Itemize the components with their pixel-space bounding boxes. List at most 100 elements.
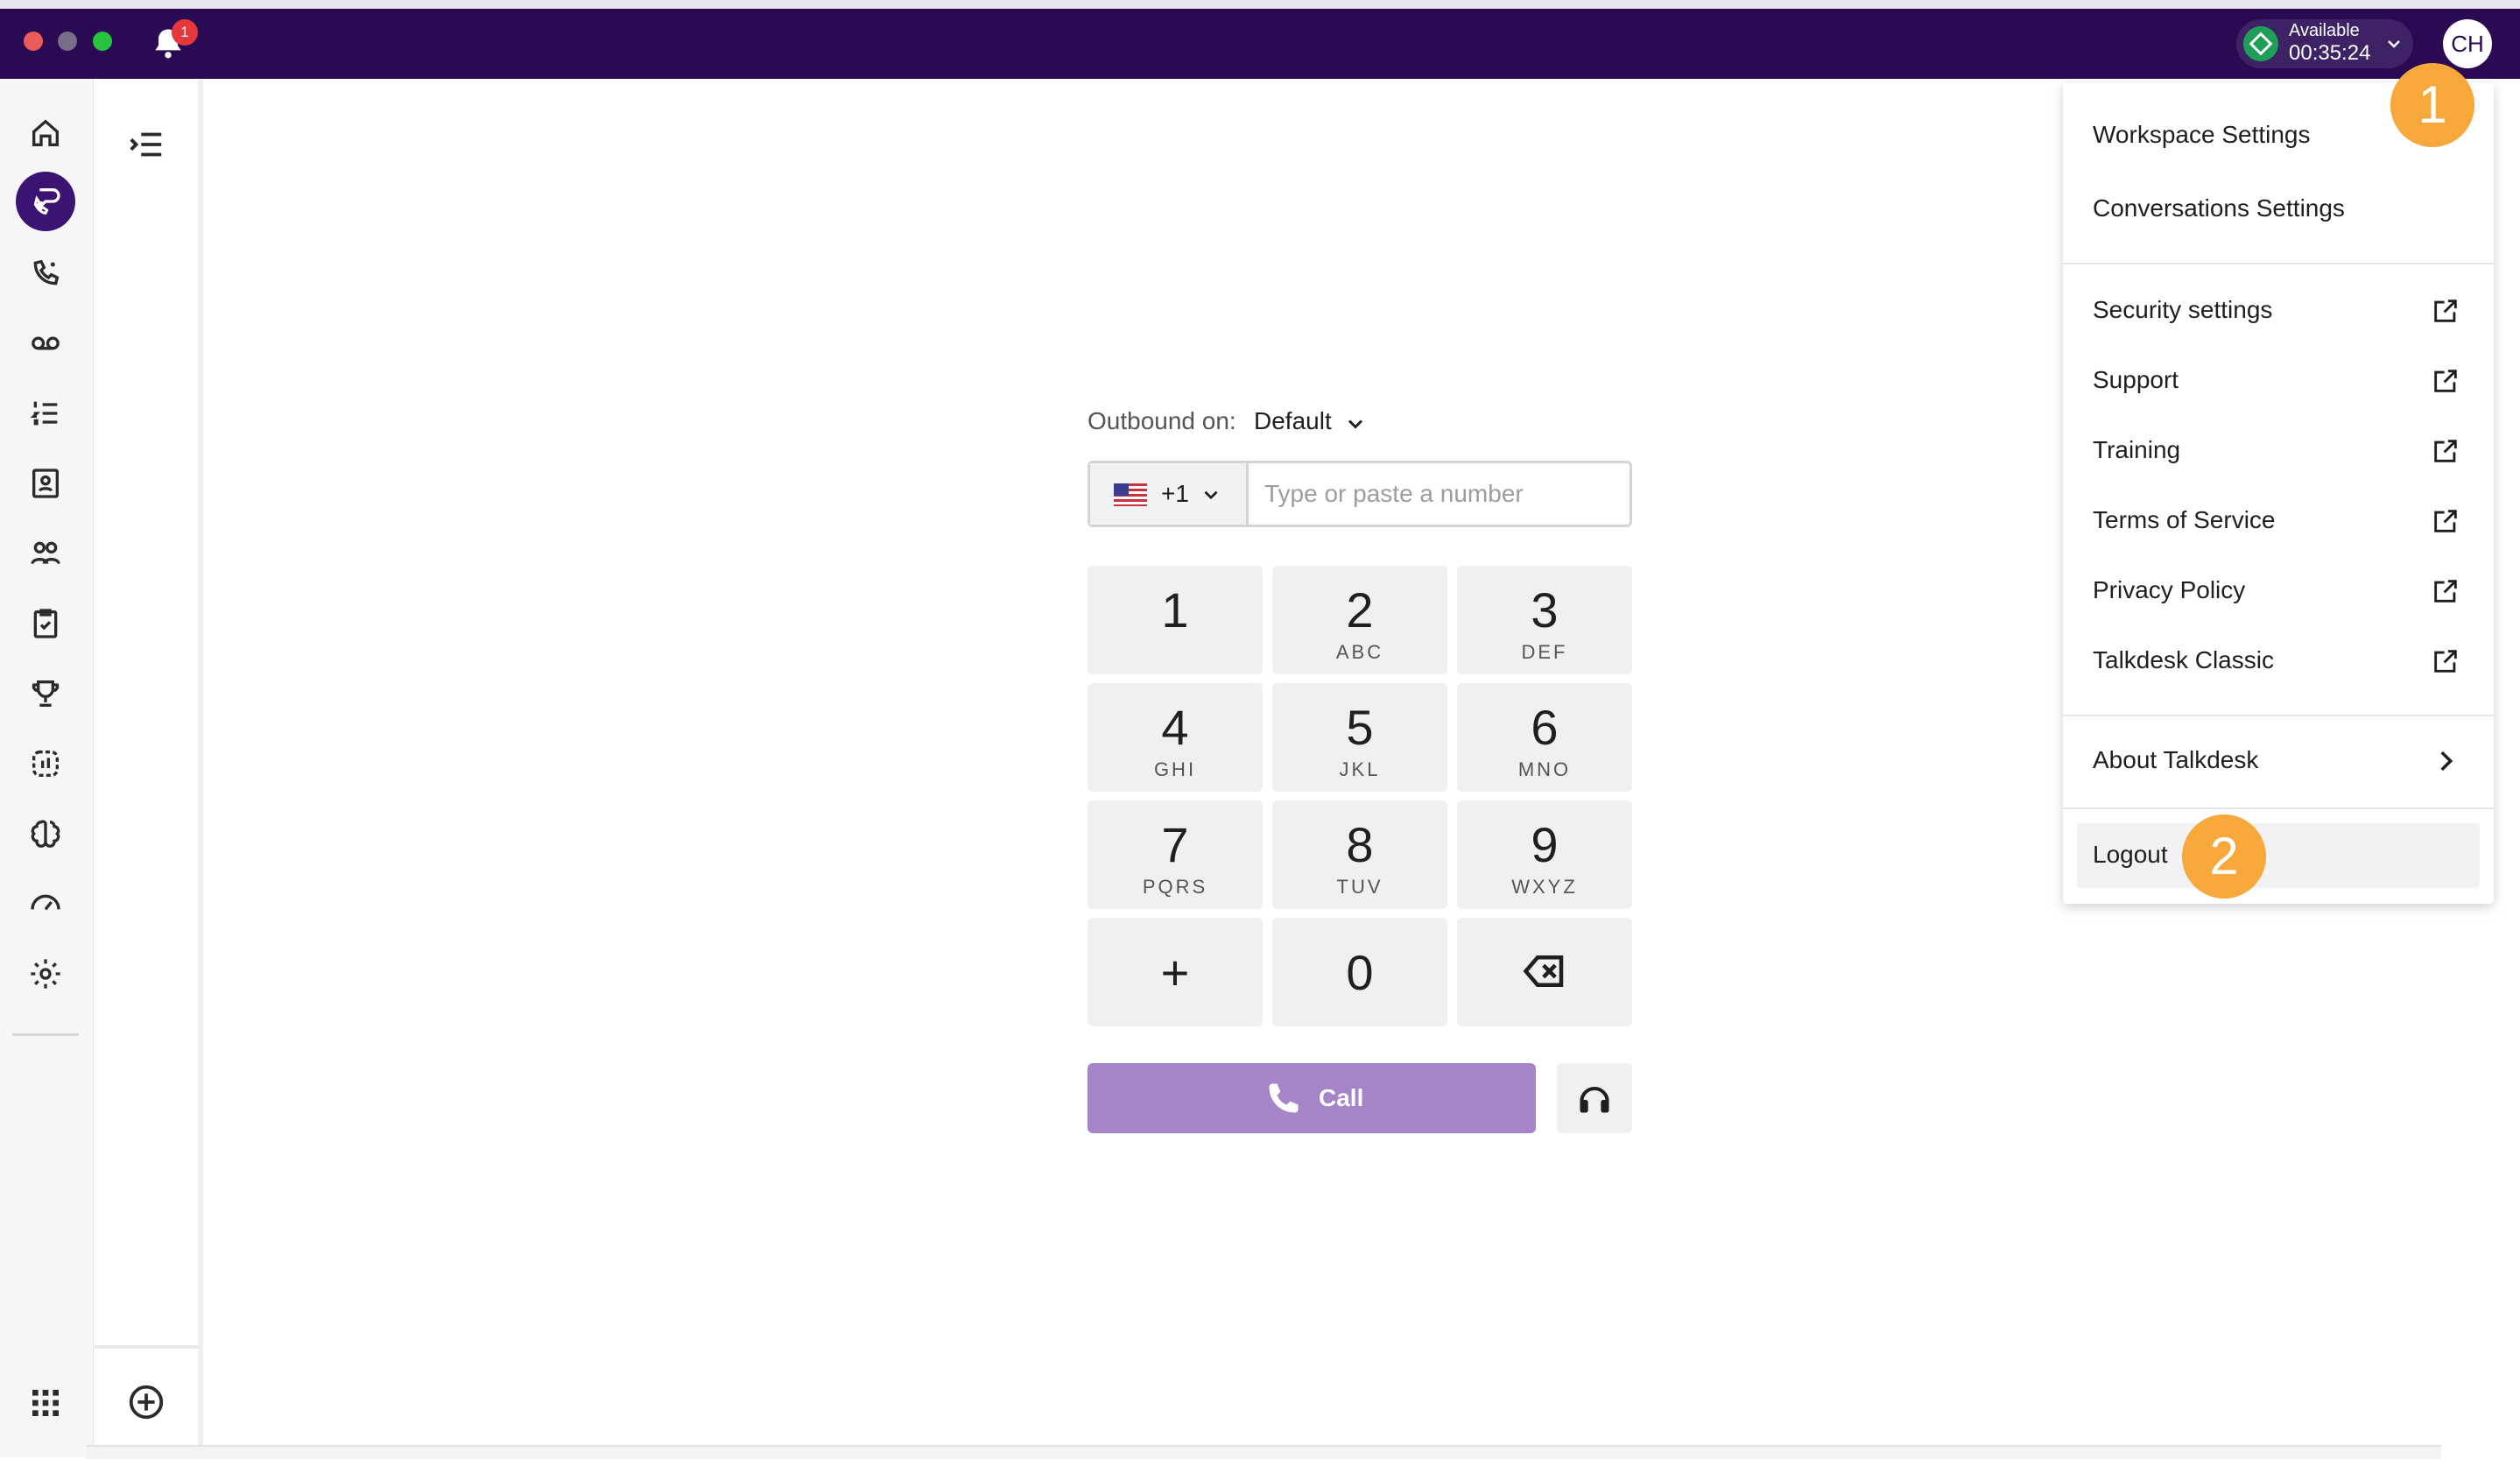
key-letters: MNO [1517,758,1572,780]
menu-divider [2063,807,2494,809]
chevron-right-icon [2440,751,2453,772]
menu-divider [2063,263,2494,264]
us-flag-icon [1114,483,1147,506]
rail-analytics[interactable] [16,734,75,793]
key-digit: 1 [1161,582,1189,638]
key-digit: 9 [1531,817,1559,872]
external-link-icon [2434,440,2457,462]
phone-icon [1269,1083,1299,1113]
keypad-key-6[interactable]: 6 MNO [1457,683,1632,792]
call-button[interactable] [1088,1063,1536,1133]
voicemail-icon [32,336,60,350]
key-digit: 0 [1346,945,1374,1000]
external-link-icon [2434,300,2457,322]
status-label: Available [2289,21,2360,40]
chevron-down-icon [2388,40,2400,48]
menu-item-workspace-settings[interactable]: Workspace Settings [2093,121,2311,149]
key-digit: 5 [1346,700,1374,755]
key-digit: 3 [1531,582,1559,638]
gear-icon [31,959,60,989]
headset-button[interactable] [1557,1063,1632,1133]
chevron-down-icon[interactable] [1343,412,1368,436]
menu-item-conversations-settings[interactable]: Conversations Settings [2093,194,2345,222]
keypad-key-8[interactable]: 8 TUV [1272,800,1447,909]
external-link-icon [2434,650,2457,673]
brain-chart-icon [32,751,59,777]
keypad-key-3[interactable]: 3 DEF [1457,566,1632,674]
keypad-key-0[interactable]: 0 [1272,918,1447,1026]
rail-voicemail[interactable] [16,314,75,373]
call-button-label: Call [1319,1084,1364,1111]
menu-item-security-settings[interactable]: Security settings [2093,296,2272,324]
brain-icon [31,820,60,848]
window-minimize-button[interactable] [58,32,77,51]
panel-divider [95,1345,198,1349]
external-link-icon [2434,580,2457,603]
menu-item-terms-of-service[interactable]: Terms of Service [2093,506,2276,534]
country-code: +1 [1161,480,1189,507]
rail-conversations[interactable] [16,172,75,231]
key-letters: ABC [1335,641,1384,663]
contact-card-icon [32,469,59,498]
phone-activity-icon [33,259,60,285]
menu-item-training[interactable]: Training [2093,436,2180,464]
menu-item-logout[interactable]: Logout [2093,841,2168,869]
keypad-key-1[interactable]: 1 [1088,566,1263,674]
keypad-key-4[interactable]: 4 GHI [1088,683,1263,792]
key-digit: 8 [1346,817,1374,872]
menu-item-privacy-policy[interactable]: Privacy Policy [2093,576,2245,604]
window-close-button[interactable] [24,32,43,51]
key-digit: 4 [1161,700,1189,755]
key-letters: GHI [1153,758,1197,780]
add-circle-icon[interactable] [126,1382,166,1422]
rail-lists[interactable] [16,384,75,443]
key-digit: + [1160,945,1190,1000]
keypad-backspace[interactable] [1457,918,1632,1026]
keypad-key-7[interactable]: 7 PQRS [1088,800,1263,909]
rail-contacts[interactable] [16,454,75,513]
rail-home[interactable] [16,103,75,163]
rail-tasks[interactable] [16,594,75,653]
step-marker-1: 1 [2390,63,2474,147]
rail-settings[interactable] [16,944,75,1004]
rail-achievements[interactable] [16,664,75,723]
keypad-key-5[interactable]: 5 JKL [1272,683,1447,792]
menu-item-talkdesk-classic[interactable]: Talkdesk Classic [2093,646,2274,674]
outbound-label: Outbound on: [1088,407,1236,434]
trophy-icon [32,680,60,707]
key-letters: TUV [1336,876,1383,898]
menu-item-support[interactable]: Support [2093,366,2179,394]
menu-item-about-talkdesk[interactable]: About Talkdesk [2093,746,2258,774]
external-link-icon [2434,370,2457,392]
key-letters: DEF [1521,641,1568,663]
home-icon [32,119,59,146]
key-digit: 6 [1531,700,1559,755]
rail-ai[interactable] [16,804,75,863]
headset-icon [1580,1087,1609,1113]
keypad-key-9[interactable]: 9 WXYZ [1457,800,1632,909]
status-timer: 00:35:24 [2289,41,2371,65]
key-letters: JKL [1339,758,1381,780]
window-top-strip [0,0,2520,9]
key-digit: 2 [1346,582,1374,638]
rail-apps[interactable] [16,1373,75,1433]
apps-grid-icon [32,1390,59,1416]
status-available-icon [2243,26,2278,61]
expand-panel-icon[interactable] [126,124,166,165]
notification-badge: 1 [172,19,198,46]
chevron-down-icon [1204,490,1218,500]
rail-calls[interactable] [16,243,75,303]
team-icon [31,541,60,565]
rail-dashboard[interactable] [16,872,75,932]
user-avatar[interactable]: CH [2443,19,2492,68]
outbound-selector[interactable]: Default [1254,407,1332,435]
keypad-key-2[interactable]: 2 ABC [1272,566,1447,674]
numbered-list-icon [30,401,58,426]
key-letters: WXYZ [1511,876,1578,898]
step-marker-2: 2 [2182,814,2266,899]
window-zoom-button[interactable] [93,32,112,51]
gauge-icon [31,894,60,911]
keypad-key-plus[interactable]: + [1088,918,1263,1026]
phone-number-input[interactable] [1249,464,1625,524]
rail-team[interactable] [16,524,75,583]
